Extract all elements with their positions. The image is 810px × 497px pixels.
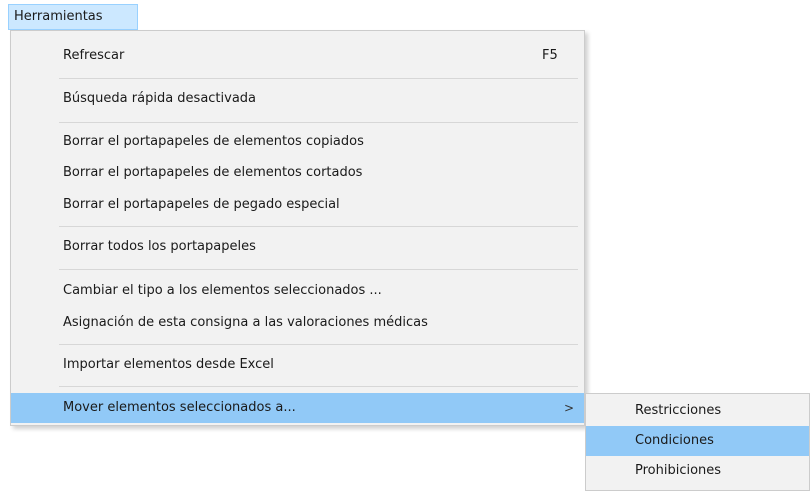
menubar-item-label: Herramientas (14, 9, 103, 24)
menu-item-label: Mover elementos seleccionados a... (63, 400, 296, 415)
mover-submenu: Restricciones Condiciones Prohibiciones (585, 393, 810, 491)
menu-item-label: Importar elementos desde Excel (63, 357, 274, 372)
submenu-item-condiciones[interactable]: Condiciones (586, 426, 809, 456)
menu-item-borrar-copiados[interactable]: Borrar el portapapeles de elementos copi… (15, 127, 580, 157)
menu-item-label: Borrar el portapapeles de elementos cort… (63, 165, 363, 180)
submenu-item-label: Condiciones (635, 433, 714, 448)
application-window: Herramientas Refrescar F5 Búsqueda rápid… (0, 0, 810, 497)
menu-separator (59, 386, 578, 387)
menu-item-refrescar[interactable]: Refrescar F5 (15, 41, 580, 71)
menu-item-label: Borrar todos los portapapeles (63, 239, 256, 254)
menu-item-label: Borrar el portapapeles de pegado especia… (63, 197, 340, 212)
menu-item-borrar-todos[interactable]: Borrar todos los portapapeles (15, 232, 580, 262)
menu-item-mover-elementos[interactable]: Mover elementos seleccionados a... > (11, 393, 584, 423)
menu-separator (59, 226, 578, 227)
chevron-right-icon: > (564, 401, 575, 415)
herramientas-dropdown-menu: Refrescar F5 Búsqueda rápida desactivada… (10, 30, 585, 426)
menubar-item-herramientas[interactable]: Herramientas (8, 4, 138, 30)
menu-item-shortcut: F5 (542, 48, 558, 63)
menu-item-label: Asignación de esta consigna a las valora… (63, 315, 428, 330)
menu-item-borrar-cortados[interactable]: Borrar el portapapeles de elementos cort… (15, 158, 580, 188)
submenu-item-label: Restricciones (635, 403, 722, 418)
menu-item-borrar-pegado-especial[interactable]: Borrar el portapapeles de pegado especia… (15, 190, 580, 220)
menu-separator (59, 122, 578, 123)
menu-item-importar-excel[interactable]: Importar elementos desde Excel (15, 350, 580, 380)
menu-item-label: Búsqueda rápida desactivada (63, 91, 257, 106)
submenu-item-restricciones[interactable]: Restricciones (586, 396, 809, 426)
menu-item-label: Cambiar el tipo a los elementos seleccio… (63, 283, 382, 298)
menu-item-asignacion-consigna[interactable]: Asignación de esta consigna a las valora… (15, 308, 580, 338)
submenu-item-prohibiciones[interactable]: Prohibiciones (586, 456, 809, 486)
menu-item-label: Borrar el portapapeles de elementos copi… (63, 134, 364, 149)
menu-item-busqueda-rapida[interactable]: Búsqueda rápida desactivada (15, 84, 580, 114)
submenu-item-label: Prohibiciones (635, 463, 722, 478)
menu-item-label: Refrescar (63, 48, 125, 63)
menu-separator (59, 269, 578, 270)
menu-separator (59, 78, 578, 79)
menu-separator (59, 344, 578, 345)
menu-item-cambiar-tipo[interactable]: Cambiar el tipo a los elementos seleccio… (15, 276, 580, 306)
